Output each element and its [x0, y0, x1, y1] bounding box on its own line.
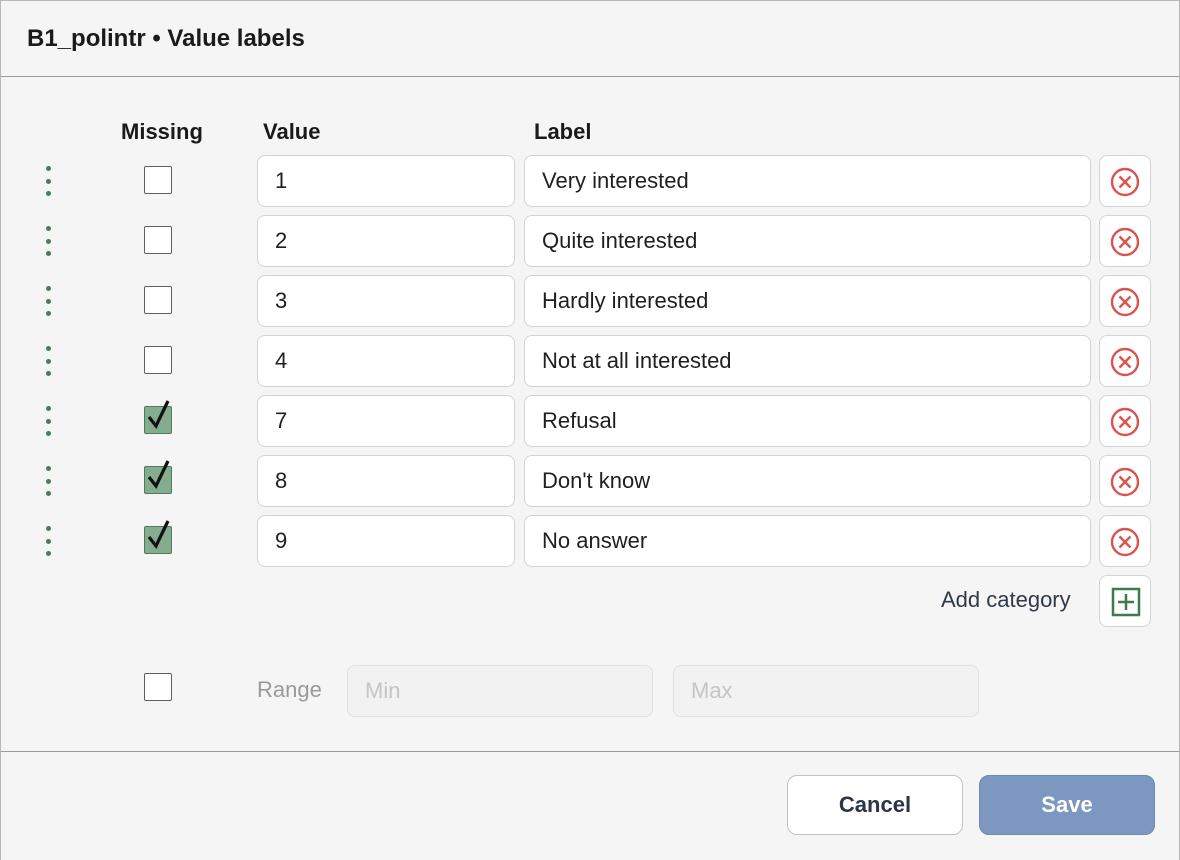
dialog-footer: Cancel Save	[1, 751, 1179, 860]
range-min-input[interactable]	[347, 665, 653, 717]
drag-handle-icon[interactable]	[44, 466, 52, 496]
save-button[interactable]: Save	[979, 775, 1155, 835]
value-input[interactable]	[257, 215, 515, 267]
drag-handle-icon[interactable]	[44, 346, 52, 376]
value-input[interactable]	[257, 515, 515, 567]
circle-x-icon	[1110, 227, 1140, 257]
circle-x-icon	[1110, 167, 1140, 197]
range-label: Range	[257, 677, 322, 702]
missing-checkbox[interactable]	[144, 346, 172, 374]
missing-checkbox[interactable]	[144, 166, 172, 194]
drag-handle-icon[interactable]	[44, 166, 52, 196]
category-row	[1, 515, 1179, 567]
missing-checkbox[interactable]	[144, 520, 172, 554]
label-input[interactable]	[524, 455, 1091, 507]
range-checkbox[interactable]	[144, 673, 172, 701]
label-input[interactable]	[524, 515, 1091, 567]
label-input[interactable]	[524, 395, 1091, 447]
delete-category-button[interactable]	[1099, 275, 1151, 327]
delete-category-button[interactable]	[1099, 155, 1151, 207]
column-header-value: Value	[263, 119, 321, 144]
drag-handle-icon[interactable]	[44, 226, 52, 256]
category-row	[1, 335, 1179, 387]
circle-x-icon	[1110, 407, 1140, 437]
label-input[interactable]	[524, 275, 1091, 327]
value-labels-dialog: B1_polintr • Value labels Missing Value …	[0, 0, 1180, 860]
checkmark-icon	[147, 400, 170, 430]
category-row	[1, 155, 1179, 207]
dialog-header: B1_polintr • Value labels	[1, 1, 1179, 77]
column-header-label: Label	[534, 119, 592, 144]
circle-x-icon	[1110, 527, 1140, 557]
square-plus-icon	[1111, 587, 1141, 617]
dialog-title: B1_polintr • Value labels	[27, 25, 305, 52]
category-row	[1, 215, 1179, 267]
missing-checkbox[interactable]	[144, 226, 172, 254]
label-input[interactable]	[524, 335, 1091, 387]
delete-category-button[interactable]	[1099, 335, 1151, 387]
value-input[interactable]	[257, 155, 515, 207]
checkmark-icon	[147, 460, 170, 490]
label-input[interactable]	[524, 215, 1091, 267]
circle-x-icon	[1110, 287, 1140, 317]
value-input[interactable]	[257, 275, 515, 327]
cancel-button[interactable]: Cancel	[787, 775, 963, 835]
label-input[interactable]	[524, 155, 1091, 207]
checkmark-icon	[147, 520, 170, 550]
delete-category-button[interactable]	[1099, 215, 1151, 267]
range-max-input[interactable]	[673, 665, 979, 717]
drag-handle-icon[interactable]	[44, 526, 52, 556]
category-row	[1, 275, 1179, 327]
drag-handle-icon[interactable]	[44, 406, 52, 436]
value-input[interactable]	[257, 395, 515, 447]
category-row	[1, 395, 1179, 447]
delete-category-button[interactable]	[1099, 455, 1151, 507]
circle-x-icon	[1110, 467, 1140, 497]
missing-checkbox[interactable]	[144, 460, 172, 494]
value-input[interactable]	[257, 455, 515, 507]
drag-handle-icon[interactable]	[44, 286, 52, 316]
missing-checkbox[interactable]	[144, 286, 172, 314]
category-row	[1, 455, 1179, 507]
delete-category-button[interactable]	[1099, 395, 1151, 447]
circle-x-icon	[1110, 347, 1140, 377]
add-category-label: Add category	[941, 587, 1071, 612]
value-input[interactable]	[257, 335, 515, 387]
delete-category-button[interactable]	[1099, 515, 1151, 567]
missing-checkbox[interactable]	[144, 400, 172, 434]
column-header-missing: Missing	[121, 119, 203, 144]
add-category-button[interactable]	[1099, 575, 1151, 627]
